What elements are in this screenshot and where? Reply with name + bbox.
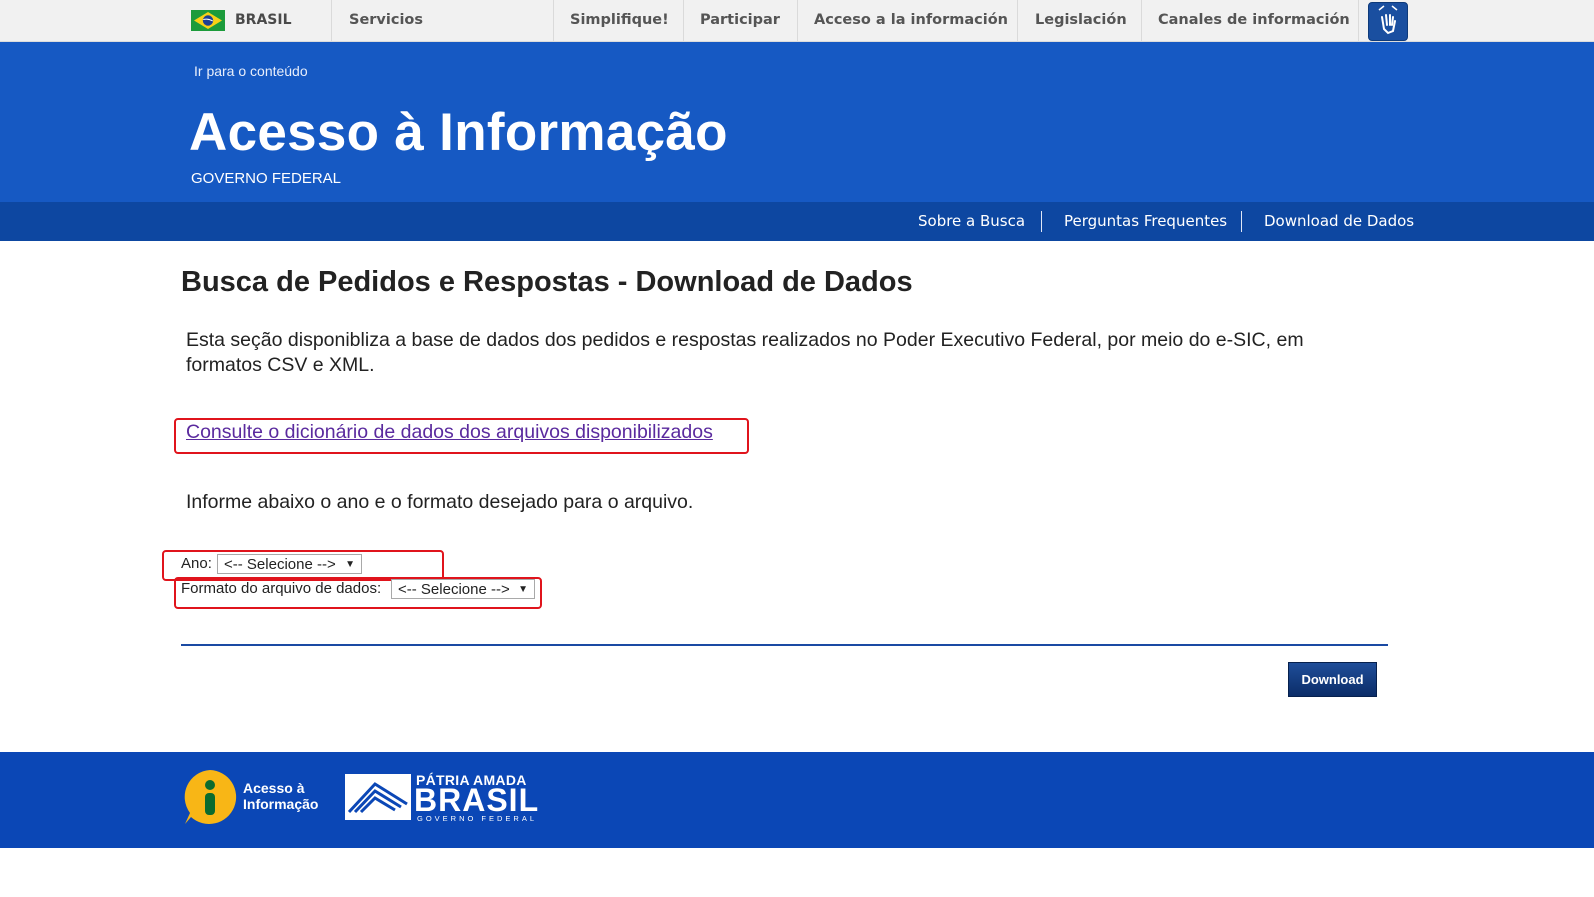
site-header: Ir para o conteúdo Acesso à Informação G… bbox=[0, 42, 1594, 202]
secondary-nav: Sobre a Busca Perguntas Frequentes Downl… bbox=[0, 202, 1594, 241]
information-logo-icon[interactable] bbox=[181, 768, 239, 826]
instruction-text: Informe abaixo o ano e o formato desejad… bbox=[186, 491, 694, 513]
brazil-flag-icon bbox=[191, 10, 225, 31]
site-footer: Acesso à Informação PÁTRIA AMADA BRASIL … bbox=[0, 752, 1594, 848]
year-select[interactable]: <-- Selecione --> ▼ bbox=[217, 554, 362, 574]
divider bbox=[553, 0, 554, 41]
govbar-simplifique[interactable]: Simplifique! bbox=[570, 0, 669, 41]
page-title: Busca de Pedidos e Respostas - Download … bbox=[181, 266, 913, 298]
format-select[interactable]: <-- Selecione --> ▼ bbox=[391, 579, 535, 599]
divider bbox=[1141, 0, 1142, 41]
information-logo-text: Acesso à Informação bbox=[243, 780, 318, 812]
patria-amada-brasil-logo-icon[interactable] bbox=[345, 774, 411, 820]
divider bbox=[1017, 0, 1018, 41]
divider bbox=[331, 0, 332, 41]
govbar-legislacion[interactable]: Legislación bbox=[1035, 0, 1127, 41]
download-button[interactable]: Download bbox=[1288, 662, 1377, 697]
divider bbox=[1358, 0, 1359, 41]
govbar-acceso-informacion[interactable]: Acceso a la información bbox=[814, 0, 1008, 41]
skip-to-content-link[interactable]: Ir para o conteúdo bbox=[194, 63, 308, 79]
brasil-link[interactable]: BRASIL bbox=[235, 0, 292, 41]
nav-divider bbox=[1241, 211, 1242, 232]
nav-download-de-dados[interactable]: Download de Dados bbox=[1264, 202, 1414, 241]
site-subtitle: GOVERNO FEDERAL bbox=[191, 170, 342, 187]
info-logo-line1: Acesso à bbox=[243, 780, 305, 796]
intro-text: Esta seção disponibliza a base de dados … bbox=[186, 329, 1304, 376]
divider bbox=[683, 0, 684, 41]
data-dictionary-link[interactable]: Consulte o dicionário de dados dos arqui… bbox=[186, 421, 713, 444]
site-title[interactable]: Acesso à Informação bbox=[189, 102, 728, 163]
govbar-servicios[interactable]: Servicios bbox=[349, 0, 423, 41]
section-divider bbox=[181, 644, 1388, 646]
nav-divider bbox=[1041, 211, 1042, 232]
year-select-value: <-- Selecione --> bbox=[224, 556, 336, 573]
divider bbox=[797, 0, 798, 41]
govbar-participar[interactable]: Participar bbox=[700, 0, 780, 41]
sign-language-icon[interactable] bbox=[1368, 2, 1408, 41]
nav-perguntas-frequentes[interactable]: Perguntas Frequentes bbox=[1064, 202, 1227, 241]
nav-sobre-a-busca[interactable]: Sobre a Busca bbox=[918, 202, 1025, 241]
format-select-value: <-- Selecione --> bbox=[398, 581, 510, 598]
patria-line3: GOVERNO FEDERAL bbox=[417, 814, 538, 823]
government-top-bar: BRASIL Servicios Simplifique! Participar… bbox=[0, 0, 1594, 42]
year-label: Ano: bbox=[181, 555, 212, 572]
dropdown-arrow-icon: ▼ bbox=[345, 559, 355, 570]
format-label: Formato do arquivo de dados: bbox=[181, 580, 382, 597]
govbar-canales[interactable]: Canales de información bbox=[1158, 0, 1350, 41]
info-logo-line2: Informação bbox=[243, 796, 319, 812]
dropdown-arrow-icon: ▼ bbox=[518, 584, 528, 595]
